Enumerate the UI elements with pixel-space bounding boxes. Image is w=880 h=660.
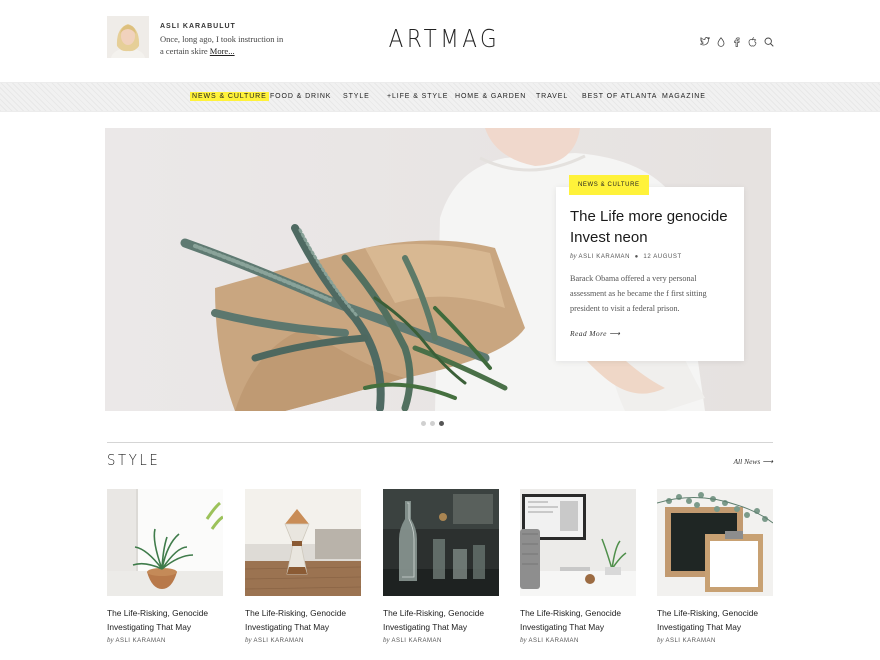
nav-item-food-drink[interactable]: FOOD & DRINK — [270, 93, 331, 100]
nav-item-travel[interactable]: TRAVEL — [536, 93, 568, 100]
article-card-title[interactable]: The Life-Risking, Genocide Investigating… — [245, 607, 361, 634]
nav-item-style[interactable]: STYLE — [343, 93, 370, 100]
section-divider — [107, 442, 773, 443]
hero-read-more-link[interactable]: Read More ⟶ — [570, 329, 620, 338]
article-card-meta: by ASLI KARAMAN — [520, 636, 636, 644]
article-card-author[interactable]: ASLI KARAMAN — [528, 638, 578, 644]
author-bio: Once, long ago, I took instruction in a … — [160, 34, 285, 57]
article-card-image[interactable] — [107, 489, 223, 596]
article-card-author[interactable]: ASLI KARAMAN — [665, 638, 715, 644]
slider-dots — [421, 421, 444, 426]
nav-item-magazine[interactable]: MAGAZINE — [662, 93, 706, 100]
article-card-meta: by ASLI KARAMAN — [107, 636, 223, 644]
author-avatar[interactable] — [107, 16, 149, 58]
hero-date: 12 AUGUST — [643, 254, 682, 260]
hero-author[interactable]: ASLI KARAMAN — [579, 254, 631, 260]
search-icon[interactable] — [763, 36, 774, 47]
all-news-label: All News — [733, 457, 761, 466]
article-card-meta: by ASLI KARAMAN — [383, 636, 499, 644]
article-card-image[interactable] — [245, 489, 361, 596]
article-card[interactable]: The Life-Risking, Genocide Investigating… — [657, 489, 773, 644]
all-news-link[interactable]: All News ⟶ — [733, 457, 773, 466]
article-card-meta: by ASLI KARAMAN — [657, 636, 773, 644]
article-card-author[interactable]: ASLI KARAMAN — [115, 638, 165, 644]
article-card-by-label: by — [245, 636, 252, 644]
article-card-by-label: by — [520, 636, 527, 644]
nav-item-best-of-atlanta[interactable]: BEST OF ATLANTA — [582, 93, 657, 100]
article-card-title[interactable]: The Life-Risking, Genocide Investigating… — [520, 607, 636, 634]
arrow-right-icon: ⟶ — [609, 329, 621, 338]
arrow-right-icon: ⟶ — [762, 457, 773, 466]
hero-article-card: NEWS & CULTURE The Life more genocide In… — [556, 175, 744, 361]
author-name: ASLI KARABULUT — [160, 23, 236, 30]
read-more-label: Read More — [570, 329, 607, 338]
slider-dot-2[interactable] — [430, 421, 435, 426]
site-logo[interactable]: ARTMAG — [389, 24, 497, 53]
nav-item-life-style[interactable]: +LIFE & STYLE — [387, 93, 448, 100]
hero-category-badge[interactable]: NEWS & CULTURE — [569, 175, 649, 195]
article-card-author[interactable]: ASLI KARAMAN — [391, 638, 441, 644]
hero-excerpt: Barack Obama offered a very personal ass… — [570, 274, 707, 313]
site-header: ASLI KARABULUT Once, long ago, I took in… — [0, 0, 880, 82]
article-card-meta: by ASLI KARAMAN — [245, 636, 361, 644]
article-card-by-label: by — [657, 636, 664, 644]
hero-by-label: by — [570, 252, 577, 260]
article-card-image[interactable] — [383, 489, 499, 596]
apple-icon[interactable] — [747, 36, 758, 47]
article-card-author[interactable]: ASLI KARAMAN — [253, 638, 303, 644]
author-more-link[interactable]: More... — [210, 46, 235, 56]
article-card-image[interactable] — [520, 489, 636, 596]
drop-icon[interactable] — [715, 36, 726, 47]
article-card[interactable]: The Life-Risking, Genocide Investigating… — [520, 489, 636, 644]
article-card[interactable]: The Life-Risking, Genocide Investigating… — [107, 489, 223, 644]
nav-item-news-culture[interactable]: NEWS & CULTURE — [190, 92, 269, 101]
twitter-icon[interactable] — [699, 36, 710, 47]
section-title-style: STYLE — [107, 451, 161, 469]
article-card-title[interactable]: The Life-Risking, Genocide Investigating… — [107, 607, 223, 634]
hero-meta: by ASLI KARAMAN ● 12 AUGUST — [570, 252, 682, 260]
article-card-by-label: by — [383, 636, 390, 644]
article-card[interactable]: The Life-Risking, Genocide Investigating… — [245, 489, 361, 644]
slider-dot-1[interactable] — [421, 421, 426, 426]
article-card-title[interactable]: The Life-Risking, Genocide Investigating… — [383, 607, 499, 634]
hero-title[interactable]: The Life more genocide Invest neon — [570, 206, 738, 248]
nav-item-home-garden[interactable]: HOME & GARDEN — [455, 93, 526, 100]
facebook-icon[interactable] — [731, 36, 742, 47]
main-nav: NEWS & CULTURE FOOD & DRINK STYLE +LIFE … — [0, 82, 880, 112]
article-card-by-label: by — [107, 636, 114, 644]
article-card-image[interactable] — [657, 489, 773, 596]
slider-dot-3[interactable] — [439, 421, 444, 426]
article-card[interactable]: The Life-Risking, Genocide Investigating… — [383, 489, 499, 644]
article-card-title[interactable]: The Life-Risking, Genocide Investigating… — [657, 607, 773, 634]
header-icons — [699, 36, 774, 47]
